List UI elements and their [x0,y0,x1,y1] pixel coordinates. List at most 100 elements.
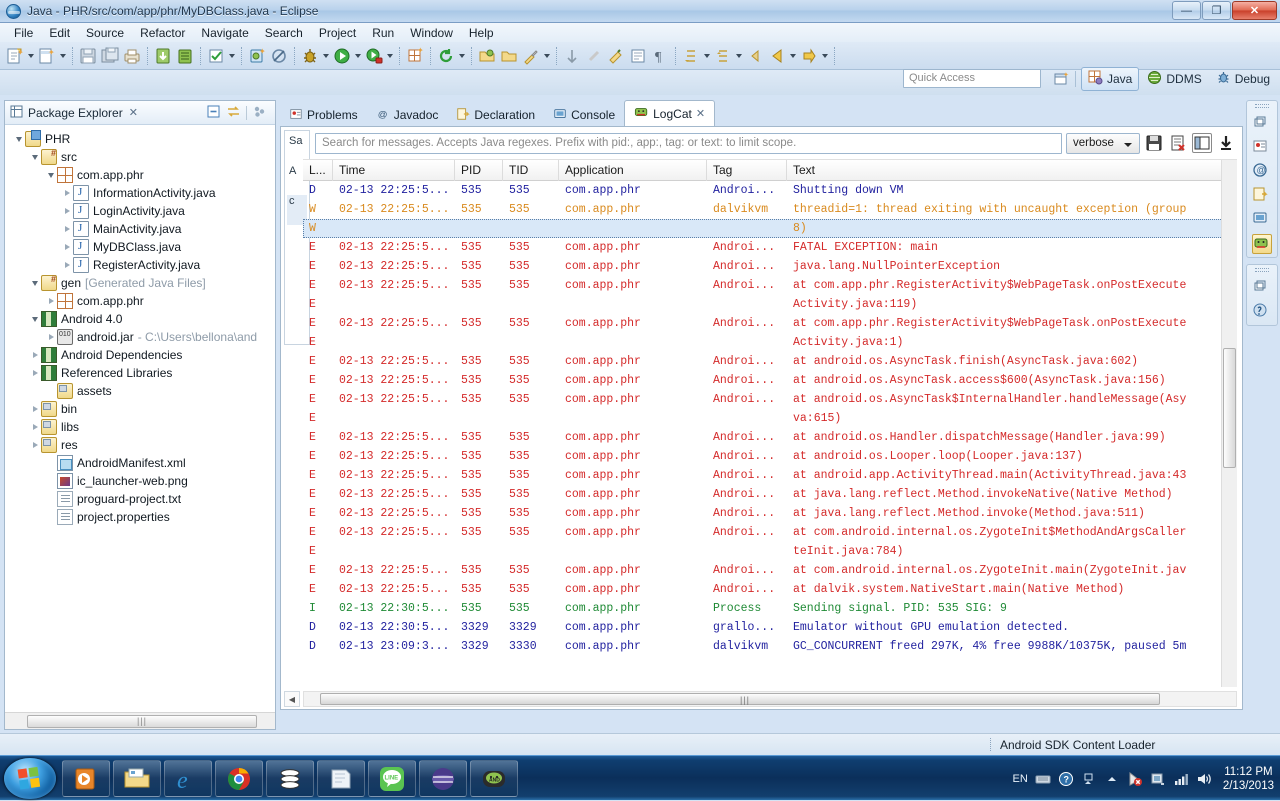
menu-help[interactable]: Help [461,24,502,42]
check-task-icon[interactable] [206,46,226,66]
tree-item-proguard-project-txt[interactable]: proguard-project.txt [5,490,275,508]
restore-icon[interactable] [1252,278,1272,298]
twisty-open-icon[interactable] [13,130,25,148]
log-level-select[interactable]: verbose [1066,133,1140,154]
taskbar-notepad[interactable] [317,760,365,797]
tree-item-res[interactable]: res [5,436,275,454]
scroll-lock-icon[interactable] [1216,133,1236,153]
declaration-icon[interactable] [1252,186,1272,206]
taskbar-android-emulator[interactable]: AND [470,760,518,797]
signal-strength-icon[interactable] [1173,771,1189,787]
tree-item-libs[interactable]: libs [5,418,275,436]
tree-item-informationactivity-java[interactable]: InformationActivity.java [5,184,275,202]
back-dropdown-icon[interactable] [788,46,798,66]
tree-item-com-app-phr[interactable]: com.app.phr [5,292,275,310]
new-wizard-dropdown-icon[interactable] [26,46,36,66]
last-edit-location-icon[interactable] [606,46,626,66]
console-icon[interactable] [1252,210,1272,230]
search-input[interactable]: Search for messages. Accepts Java regexe… [315,133,1062,154]
logcat-row[interactable]: E02-13 22:25:5...535535com.app.phrAndroi… [303,371,1237,390]
tree-item-androidmanifest-xml[interactable]: AndroidManifest.xml [5,454,275,472]
column-header-time[interactable]: Time [333,160,455,181]
start-button[interactable] [4,758,56,799]
show-whitespace-icon[interactable]: ¶ [650,46,670,66]
twisty-closed-icon[interactable] [45,292,57,310]
menu-search[interactable]: Search [257,24,311,42]
problems-icon[interactable] [1252,138,1272,158]
language-indicator[interactable]: EN [1013,773,1028,785]
logcat-row[interactable]: EActivity.java:1) [303,333,1237,352]
back-history-icon[interactable] [745,46,765,66]
logcat-row[interactable]: D02-13 22:30:5...33293329com.app.phrgral… [303,618,1237,637]
tab-logcat[interactable]: LogCat ✕ [624,100,715,126]
logcat-row[interactable]: D02-13 23:09:3...33293330com.app.phrdalv… [303,637,1237,656]
perspective-debug[interactable]: Debug [1210,68,1276,90]
previous-member-icon[interactable] [713,46,733,66]
search-icon[interactable] [521,46,541,66]
back-icon[interactable] [767,46,787,66]
tab-javadoc[interactable]: @ Javadoc [367,104,448,126]
taskbar-line-messenger[interactable]: LINE [368,760,416,797]
refresh-dropdown-icon[interactable] [457,46,467,66]
twisty-open-icon[interactable] [29,148,41,166]
close-icon[interactable]: ✕ [129,106,138,119]
twisty-closed-icon[interactable] [61,202,73,220]
open-type-icon[interactable] [477,46,497,66]
tree-item-registeractivity-java[interactable]: RegisterActivity.java [5,256,275,274]
menu-refactor[interactable]: Refactor [132,24,193,42]
twisty-closed-icon[interactable] [29,346,41,364]
logcat-row[interactable]: E02-13 22:25:5...535535com.app.phrAndroi… [303,561,1237,580]
database-icon[interactable] [175,46,195,66]
column-header-text[interactable]: Text [787,160,1237,181]
new-wizard-icon[interactable]: ✦ [5,46,25,66]
tree-item-gen[interactable]: gen[Generated Java Files] [5,274,275,292]
check-task-dropdown-icon[interactable] [227,46,237,66]
new-class-icon[interactable]: ✦ [405,46,425,66]
open-perspective-icon[interactable]: ✦ [1052,70,1070,88]
taskbar-database-tool[interactable] [266,760,314,797]
tree-item-android-4-0[interactable]: Android 4.0 [5,310,275,328]
logcat-row[interactable]: E02-13 22:25:5...535535com.app.phrAndroi… [303,257,1237,276]
new-android-project-icon[interactable]: ✦ [247,46,267,66]
menu-window[interactable]: Window [402,24,461,42]
logcat-row[interactable]: EActivity.java:119) [303,295,1237,314]
logcat-row[interactable]: W8) [303,219,1237,238]
perspective-java[interactable]: Java [1081,67,1139,91]
tree-item-com-app-phr[interactable]: com.app.phr [5,166,275,184]
export-icon[interactable] [153,46,173,66]
keyboard-icon[interactable] [1035,771,1051,787]
twisty-open-icon[interactable] [45,166,57,184]
twisty-closed-icon[interactable] [61,184,73,202]
action-center-icon[interactable] [1127,771,1143,787]
next-member-dropdown-icon[interactable] [702,46,712,66]
restore-icon[interactable] [1252,114,1272,134]
tree-item-src[interactable]: src [5,148,275,166]
maximize-button[interactable]: ❐ [1202,1,1231,20]
logcat-row[interactable]: E02-13 22:25:5...535535com.app.phrAndroi… [303,238,1237,257]
search-dropdown-icon[interactable] [542,46,552,66]
column-header-pid[interactable]: PID [455,160,503,181]
previous-member-dropdown-icon[interactable] [734,46,744,66]
twisty-closed-icon[interactable] [45,328,57,346]
show-hidden-icons-icon[interactable] [1081,771,1097,787]
tab-problems[interactable]: Problems [280,104,367,126]
drag-grip[interactable] [1255,104,1269,108]
twisty-open-icon[interactable] [29,310,41,328]
save-icon[interactable] [78,46,98,66]
volume-icon[interactable] [1196,771,1212,787]
logcat-row[interactable]: I02-13 22:30:5...535535com.app.phrProces… [303,599,1237,618]
quick-access-input[interactable]: Quick Access [903,69,1041,88]
open-resource-icon[interactable] [499,46,519,66]
tree-item-phr[interactable]: PHR [5,130,275,148]
logcat-row[interactable]: E02-13 22:25:5...535535com.app.phrAndroi… [303,390,1237,409]
package-explorer-tree[interactable]: PHRsrccom.app.phrInformationActivity.jav… [5,126,275,707]
tree-item-android-dependencies[interactable]: Android Dependencies [5,346,275,364]
run-external-dropdown-icon[interactable] [385,46,395,66]
next-member-icon[interactable] [681,46,701,66]
collapse-filters-button[interactable]: ◀ [284,691,300,707]
logcat-row[interactable]: E02-13 22:25:5...535535com.app.phrAndroi… [303,428,1237,447]
logcat-row[interactable]: E02-13 22:25:5...535535com.app.phrAndroi… [303,314,1237,333]
forward-dropdown-icon[interactable] [820,46,830,66]
package-explorer-hscrollbar[interactable]: ||| [5,712,275,729]
logcat-row[interactable]: Eva:615) [303,409,1237,428]
